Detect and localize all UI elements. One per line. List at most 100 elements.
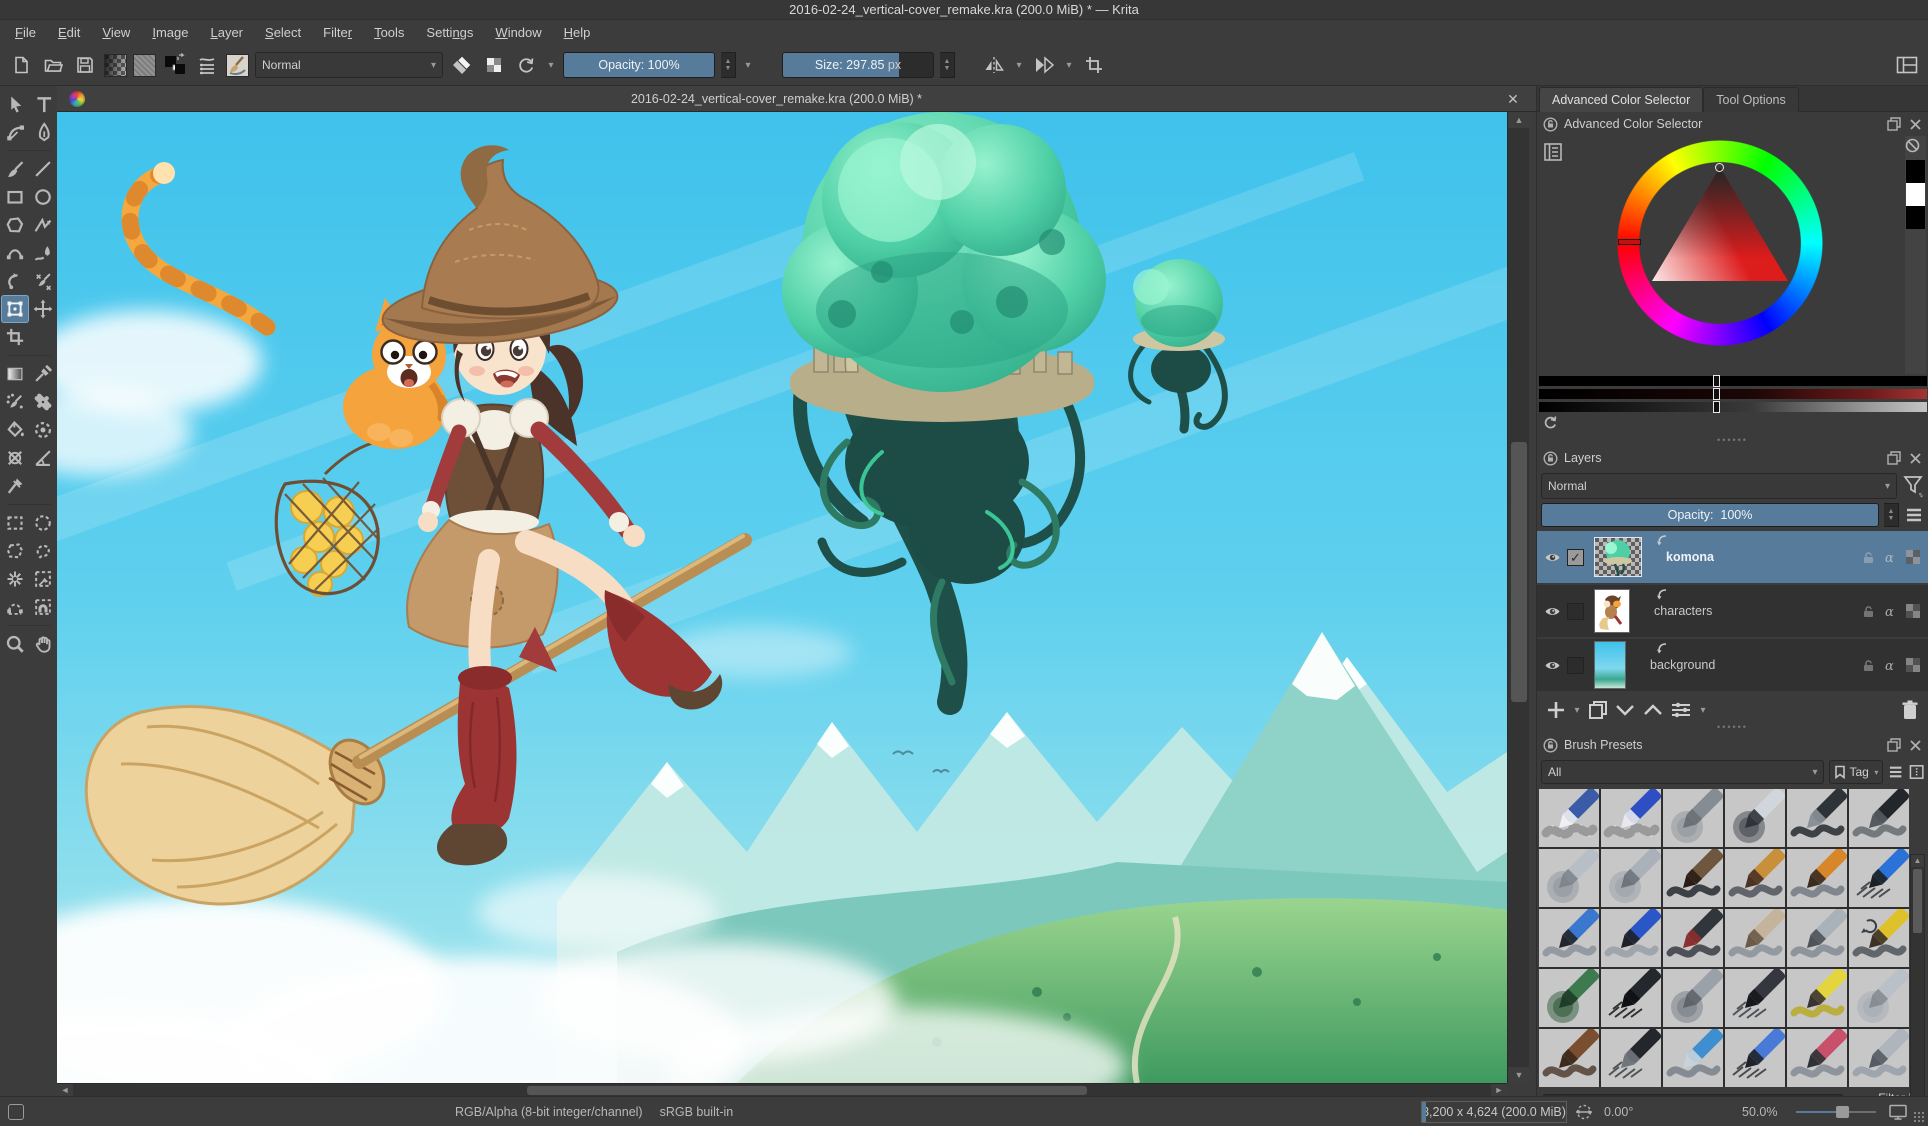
tab-advanced-color-selector[interactable]: Advanced Color Selector [1539, 87, 1703, 112]
brush-scroll-thumb[interactable] [1913, 869, 1922, 933]
layer-visibility-eye-icon[interactable] [1537, 549, 1567, 566]
layer-visibility-eye-icon[interactable] [1537, 657, 1567, 674]
canvas-artwork[interactable] [57, 112, 1507, 1083]
hue-strip-handle[interactable] [1713, 375, 1720, 387]
zoom-slider-handle[interactable] [1836, 1106, 1849, 1118]
move-layer-down-button[interactable] [1613, 699, 1637, 721]
float-docker-icon[interactable] [1887, 738, 1901, 752]
tool-reference-images[interactable] [1, 472, 29, 500]
view-size-icon[interactable] [1909, 764, 1924, 780]
layer-alpha-icon[interactable]: α [1883, 550, 1899, 565]
brush-preset-10[interactable] [1725, 849, 1785, 907]
mirror-horizontal-button[interactable] [981, 52, 1007, 78]
brush-tag-filter-dropdown[interactable]: All ▾ [1541, 760, 1824, 784]
close-docker-icon[interactable] [1909, 452, 1922, 465]
brush-preset-3[interactable] [1663, 789, 1723, 847]
brush-preset-14[interactable] [1601, 909, 1661, 967]
display-mode-icon[interactable] [1888, 764, 1903, 780]
scroll-up-icon[interactable]: ▲ [1508, 112, 1530, 128]
layer-thumbnail[interactable] [1594, 589, 1630, 633]
save-button[interactable] [72, 52, 98, 78]
tool-contiguous-select[interactable] [29, 565, 57, 593]
eraser-mode-button[interactable] [449, 52, 475, 78]
saturation-strip[interactable] [1539, 389, 1927, 399]
tool-polygon[interactable] [1, 211, 29, 239]
menu-view[interactable]: View [91, 20, 141, 45]
blending-mode-dropdown[interactable]: Normal ▾ [255, 52, 443, 78]
no-color-icon[interactable] [1905, 138, 1920, 153]
zoom-percentage-label[interactable]: 50.0% [1742, 1097, 1777, 1126]
hue-strip[interactable] [1539, 376, 1927, 386]
layer-options-icon[interactable] [1904, 505, 1924, 525]
layer-alpha-icon[interactable]: α [1883, 604, 1899, 619]
layer-checkbox[interactable] [1567, 549, 1584, 566]
size-slider[interactable]: Size: 297.85 px [782, 52, 934, 78]
tool-freehand-brush[interactable] [1, 155, 29, 183]
reload-options-caret[interactable]: ▾ [545, 60, 557, 71]
brush-preset-6[interactable] [1849, 789, 1909, 847]
layer-blending-dropdown[interactable]: Normal ▾ [1541, 473, 1897, 499]
tool-polygon-select[interactable] [1, 537, 29, 565]
menu-filter[interactable]: Filter [312, 20, 363, 45]
reload-preset-button[interactable] [513, 52, 539, 78]
delete-layer-button[interactable] [1900, 699, 1920, 721]
tool-bezier-curve[interactable] [1, 239, 29, 267]
brush-preset-16[interactable] [1725, 909, 1785, 967]
value-strip-handle[interactable] [1713, 401, 1720, 413]
menu-layer[interactable]: Layer [199, 20, 254, 45]
layer-inherit-alpha-icon[interactable] [1906, 604, 1920, 618]
tool-select-shapes[interactable] [1, 90, 29, 118]
tool-color-sampler[interactable] [29, 360, 57, 388]
tool-calligraphy[interactable] [29, 118, 57, 146]
layer-alpha-icon[interactable]: α [1883, 658, 1899, 673]
window-resize-grip[interactable] [1913, 1111, 1925, 1123]
fit-to-screen-icon[interactable] [1888, 1103, 1908, 1121]
brush-preset-5[interactable] [1787, 789, 1847, 847]
menu-edit[interactable]: Edit [47, 20, 91, 45]
mirror-horizontal-caret[interactable]: ▾ [1013, 60, 1025, 71]
brush-grid-scrollbar[interactable]: ▲ ▼ [1910, 854, 1925, 1126]
brush-preset-22[interactable] [1725, 969, 1785, 1027]
brush-preset-1[interactable] [1539, 789, 1599, 847]
brush-preset-19[interactable] [1539, 969, 1599, 1027]
tab-close-icon[interactable]: ✕ [1504, 90, 1522, 108]
refresh-icon[interactable] [1542, 414, 1558, 430]
tab-tool-options[interactable]: Tool Options [1703, 87, 1798, 112]
tool-line[interactable] [29, 155, 57, 183]
tool-fill[interactable] [1, 416, 29, 444]
tool-move[interactable] [29, 295, 57, 323]
size-spinner[interactable]: ▲▼ [940, 52, 955, 78]
tool-freehand-path[interactable] [29, 239, 57, 267]
layer-row-characters[interactable]: charactersα [1537, 585, 1928, 637]
tool-similar-color-select[interactable] [1, 565, 29, 593]
color-selector-settings-icon[interactable] [1543, 142, 1563, 162]
tool-pan[interactable] [29, 630, 57, 658]
layer-checkbox[interactable] [1567, 603, 1584, 620]
tool-ellipse-select[interactable] [29, 509, 57, 537]
brush-preset-9[interactable] [1663, 849, 1723, 907]
layer-opacity-spinner[interactable]: ▲▼ [1884, 503, 1899, 527]
close-docker-icon[interactable] [1909, 739, 1922, 752]
float-docker-icon[interactable] [1887, 451, 1901, 465]
brush-preset-17[interactable] [1787, 909, 1847, 967]
mirror-vertical-button[interactable] [1031, 52, 1057, 78]
brush-preset-20[interactable] [1601, 969, 1661, 1027]
docker-splitter[interactable]: •••••• [1537, 723, 1928, 733]
tag-button[interactable]: Tag ▾ [1829, 760, 1883, 784]
opacity-options-caret[interactable]: ▾ [742, 60, 754, 71]
brush-settings-button[interactable] [194, 52, 220, 78]
color-swatch-0[interactable] [1906, 160, 1925, 183]
tool-colorize-mask[interactable] [1, 388, 29, 416]
add-layer-button[interactable] [1545, 699, 1567, 721]
menu-settings[interactable]: Settings [415, 20, 484, 45]
layer-thumbnail[interactable] [1594, 537, 1642, 577]
menu-tools[interactable]: Tools [363, 20, 415, 45]
color-swatch-2[interactable] [1906, 206, 1925, 229]
tool-crop[interactable] [1, 323, 29, 351]
add-layer-caret[interactable]: ▾ [1571, 705, 1583, 716]
brush-preset-11[interactable] [1787, 849, 1847, 907]
trim-image-button[interactable] [1081, 52, 1107, 78]
color-swatch-1[interactable] [1906, 183, 1925, 206]
tool-bezier-select[interactable] [1, 593, 29, 621]
brush-preset-chooser[interactable] [226, 54, 249, 77]
